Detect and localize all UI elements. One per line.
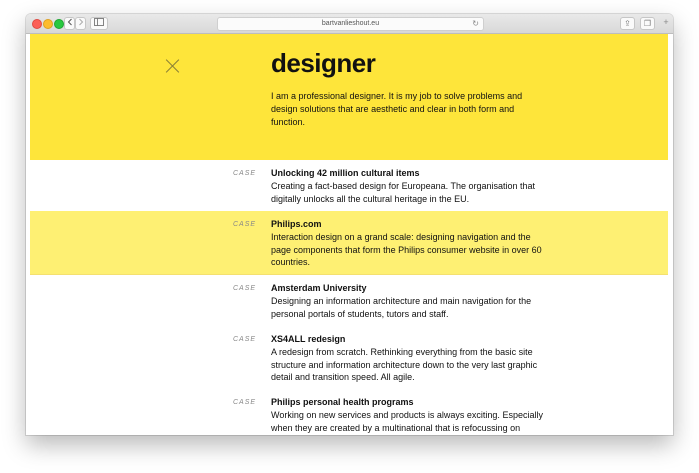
close-icon[interactable] [165,59,179,73]
case-label: CASE [233,170,257,177]
case-title[interactable]: Amsterdam University [271,283,367,293]
case-description: Interaction design on a grand scale: des… [271,232,542,267]
hero-section: designer I am a professional designer. I… [30,34,668,160]
address-bar[interactable]: bartvanlieshout.eu ↻ [217,17,484,31]
case-title[interactable]: Philips personal health programs [271,397,414,407]
forward-button[interactable] [75,17,86,30]
case-item[interactable]: CASE Philips personal health programs Wo… [30,389,668,435]
case-item[interactable]: CASE Philips.com Interaction design on a… [30,211,668,275]
back-button[interactable] [64,17,75,30]
case-description: A redesign from scratch. Rethinking ever… [271,347,538,382]
sidebar-icon [94,18,104,26]
tabs-icon: ❐ [643,19,652,28]
share-button[interactable]: ⇪ [620,17,635,30]
case-label: CASE [233,399,257,406]
browser-toolbar: bartvanlieshout.eu ↻ ⇪ ❐ + [26,14,673,34]
case-label: CASE [233,285,257,292]
zoom-window-button[interactable] [54,19,64,29]
chevron-left-icon [67,18,72,26]
minimize-window-button[interactable] [43,19,53,29]
case-item[interactable]: CASE XS4ALL redesign A redesign from scr… [30,326,668,390]
case-description: Designing an information architecture an… [271,296,532,319]
intro-text: I am a professional designer. It is my j… [271,91,523,127]
page-content: designer I am a professional designer. I… [26,34,673,435]
chevron-right-icon [78,18,83,26]
address-url: bartvanlieshout.eu [321,20,380,27]
reload-icon[interactable]: ↻ [472,18,479,30]
browser-window: bartvanlieshout.eu ↻ ⇪ ❐ + designer I am… [26,14,673,435]
case-title[interactable]: Philips.com [271,219,322,229]
case-label: CASE [233,336,257,343]
case-title[interactable]: Unlocking 42 million cultural items [271,168,420,178]
share-icon: ⇪ [624,19,631,28]
case-label: CASE [233,221,257,228]
sidebar-toggle-button[interactable] [90,17,108,30]
close-window-button[interactable] [32,19,42,29]
page-title: designer [271,48,376,78]
case-description: Working on new services and products is … [271,410,543,433]
tabs-overview-button[interactable]: ❐ [640,17,655,30]
case-title[interactable]: XS4ALL redesign [271,334,345,344]
new-tab-button[interactable]: + [661,17,671,28]
case-description: Creating a fact-based design for Europea… [271,181,536,204]
